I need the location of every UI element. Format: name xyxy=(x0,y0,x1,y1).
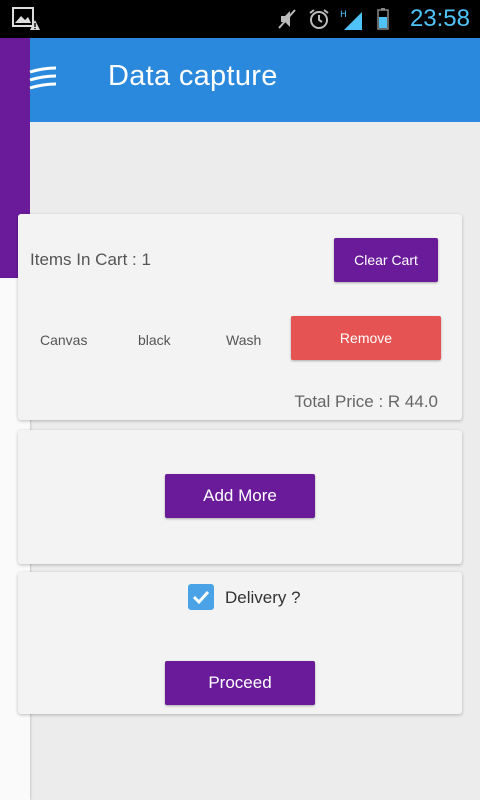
cart-item-material: Canvas xyxy=(40,332,88,348)
clear-cart-button[interactable]: Clear Cart xyxy=(334,238,438,282)
cart-card: Items In Cart : 1 Clear Cart Canvas blac… xyxy=(18,214,462,420)
delivery-label: Delivery ? xyxy=(225,588,301,607)
image-warning-icon xyxy=(12,7,40,30)
svg-text:H: H xyxy=(340,10,347,20)
mute-icon xyxy=(278,9,296,29)
check-icon xyxy=(192,590,210,605)
battery-icon xyxy=(377,8,389,30)
remove-item-button[interactable]: Remove xyxy=(291,316,441,360)
cart-item-color: black xyxy=(138,332,171,348)
items-in-cart-label: Items In Cart : 1 xyxy=(30,250,151,269)
status-icons: H 23:58 xyxy=(276,0,470,38)
add-more-button[interactable]: Add More xyxy=(165,474,315,518)
status-bar: H 23:58 xyxy=(0,0,480,38)
delivery-checkbox[interactable] xyxy=(188,584,214,610)
page-title: Data capture xyxy=(108,60,278,92)
clock: 23:58 xyxy=(409,5,470,32)
cart-item-service: Wash xyxy=(226,332,262,348)
proceed-button[interactable]: Proceed xyxy=(165,661,315,705)
total-price: Total Price : R 44.0 xyxy=(294,392,438,411)
alarm-icon xyxy=(309,9,329,29)
hamburger-icon[interactable] xyxy=(28,66,58,92)
delivery-card: Delivery ? Proceed xyxy=(18,572,462,714)
add-more-card: Add More xyxy=(18,430,462,564)
signal-h-icon: H xyxy=(340,10,362,30)
